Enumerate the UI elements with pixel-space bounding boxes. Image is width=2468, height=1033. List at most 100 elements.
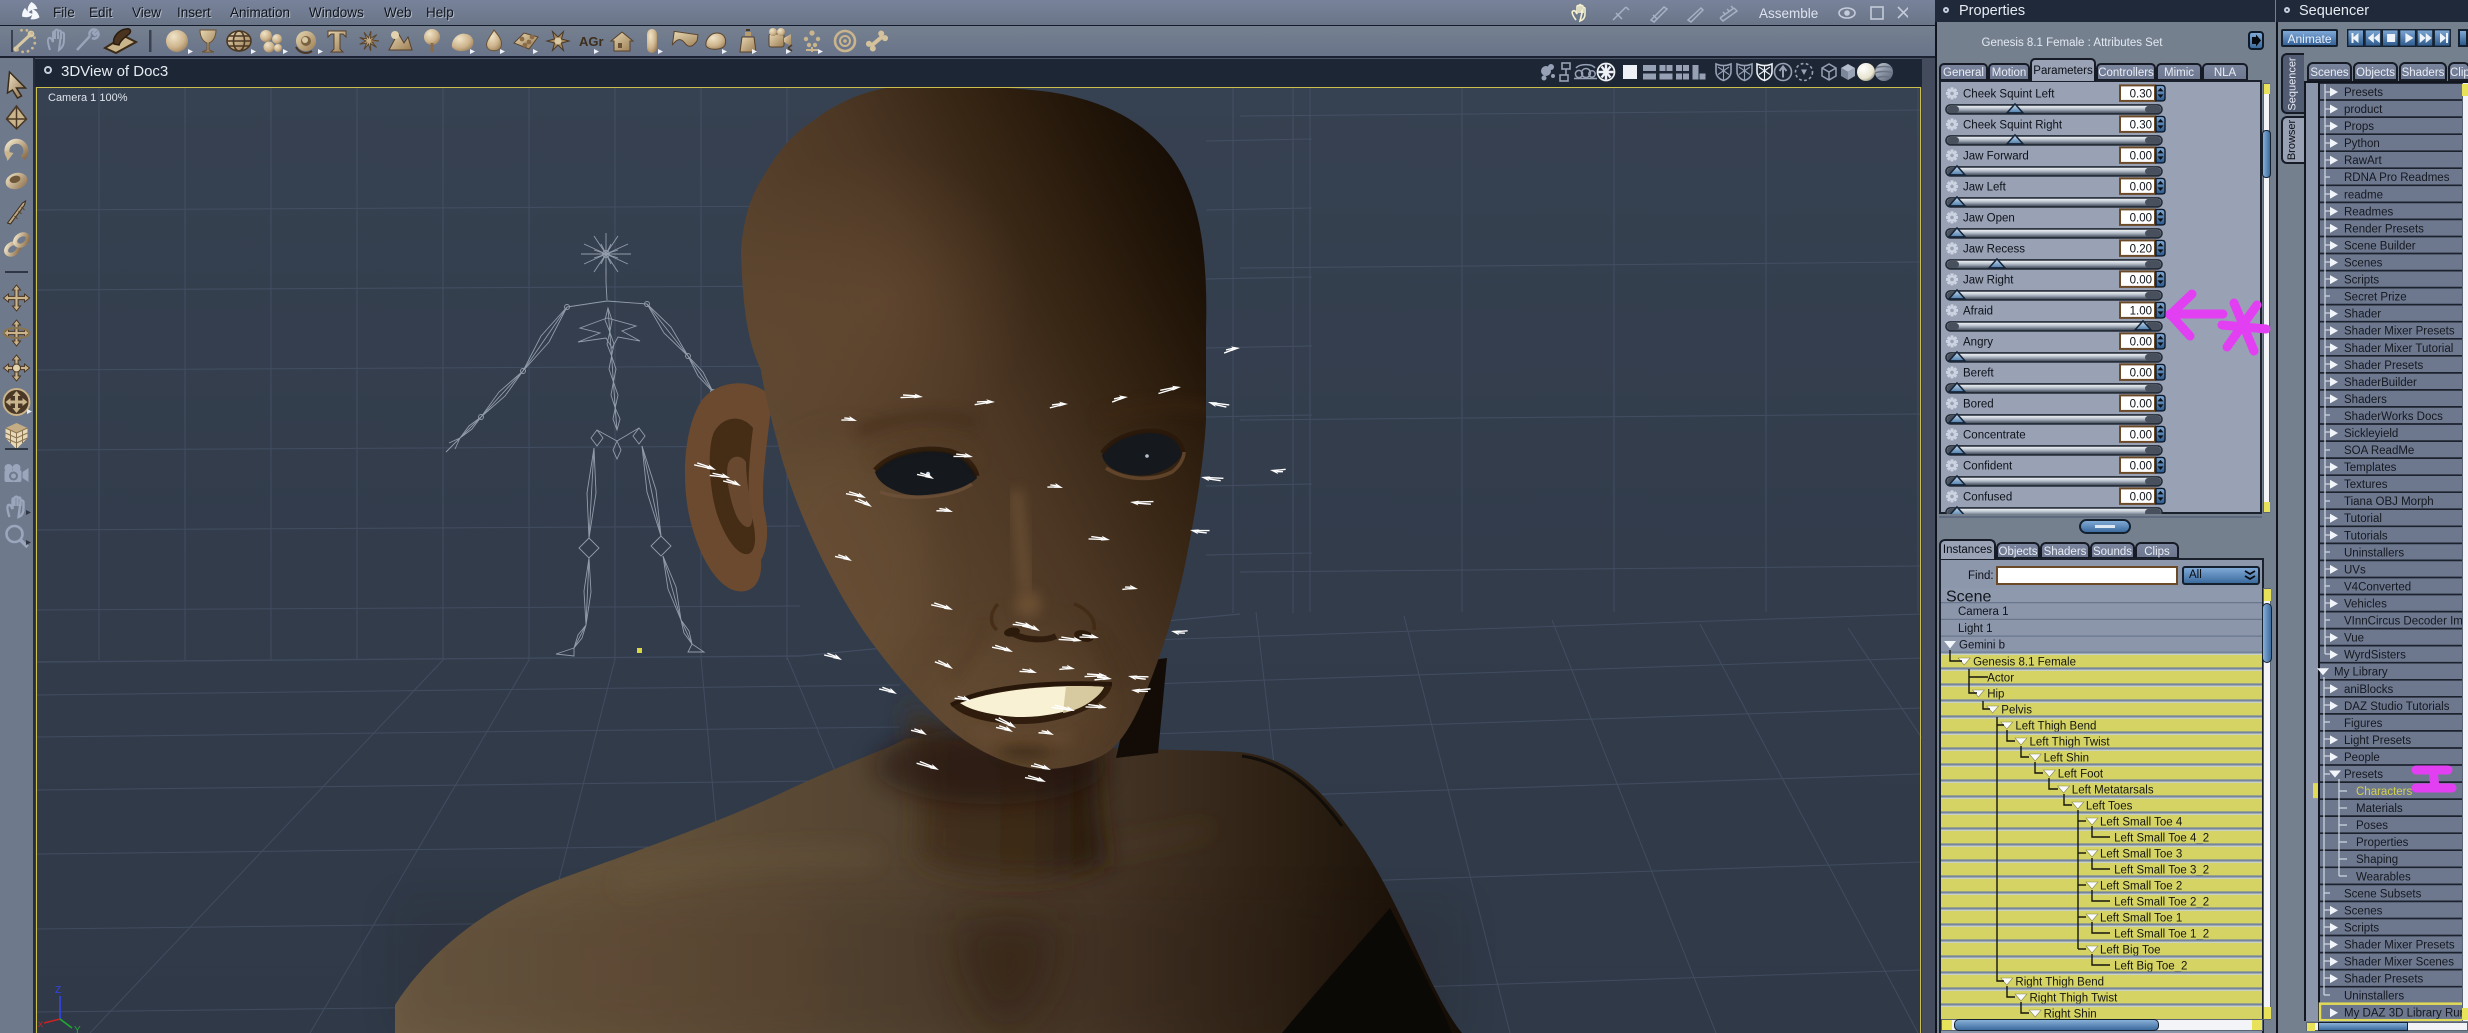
svg-text:1.00: 1.00 [2130, 305, 2152, 317]
svg-text:Pelvis: Pelvis [2001, 705, 2032, 717]
svg-text:aniBlocks: aniBlocks [2344, 684, 2393, 696]
svg-text:Shaders: Shaders [2344, 394, 2387, 406]
svg-text:My Library: My Library [2334, 667, 2388, 679]
svg-text:Uninstallers: Uninstallers [2344, 547, 2404, 559]
svg-text:0.20: 0.20 [2130, 243, 2152, 255]
svg-text:Z: Z [55, 985, 61, 996]
svg-text:Materials: Materials [2356, 803, 2403, 815]
svg-text:Right Thigh Bend: Right Thigh Bend [2015, 977, 2104, 989]
svg-text:Left Big Toe: Left Big Toe [2100, 945, 2161, 957]
svg-text:Presets: Presets [2344, 769, 2383, 781]
svg-text:Presets: Presets [2344, 87, 2383, 99]
svg-text:Y: Y [74, 1025, 81, 1033]
svg-text:Shader Mixer Scenes: Shader Mixer Scenes [2344, 957, 2454, 969]
svg-text:0.00: 0.00 [2130, 274, 2152, 286]
svg-text:Genesis 8.1 Female: Genesis 8.1 Female [1973, 657, 2076, 669]
svg-text:Python: Python [2344, 138, 2380, 150]
svg-text:Cheek Squint Right: Cheek Squint Right [1963, 119, 2063, 131]
svg-text:Left Foot: Left Foot [2058, 769, 2104, 781]
svg-text:Cheek Squint Left: Cheek Squint Left [1963, 88, 2055, 100]
svg-text:Left Thigh Twist: Left Thigh Twist [2030, 737, 2111, 749]
svg-text:SOA ReadMe: SOA ReadMe [2344, 445, 2414, 457]
svg-text:Actor: Actor [1987, 673, 2014, 685]
svg-text:0.00: 0.00 [2130, 491, 2152, 503]
svg-text:VInnCircus Decoder Image: VInnCircus Decoder Image [2344, 616, 2468, 628]
svg-text:Properties: Properties [2356, 837, 2409, 849]
svg-text:Angry: Angry [1963, 336, 1993, 348]
svg-text:Left Small Toe 3: Left Small Toe 3 [2100, 849, 2182, 861]
svg-text:V4Converted: V4Converted [2344, 582, 2411, 594]
svg-text:Left Big Toe_2: Left Big Toe_2 [2114, 961, 2187, 973]
svg-text:Readmes: Readmes [2344, 206, 2393, 218]
svg-text:x: x [38, 1019, 43, 1030]
svg-text:0.00: 0.00 [2130, 460, 2152, 472]
svg-text:0.00: 0.00 [2130, 336, 2152, 348]
svg-text:Bereft: Bereft [1963, 367, 1994, 379]
svg-text:ShaderBuilder: ShaderBuilder [2344, 377, 2417, 389]
svg-text:Scripts: Scripts [2344, 275, 2379, 287]
svg-text:Left Small Toe 4: Left Small Toe 4 [2100, 817, 2183, 829]
svg-text:Left Metatarsals: Left Metatarsals [2072, 785, 2154, 797]
svg-text:0.00: 0.00 [2130, 150, 2152, 162]
svg-text:Gemini b: Gemini b [1959, 640, 2005, 652]
svg-text:Camera 1: Camera 1 [1958, 606, 2009, 618]
svg-text:Scene Subsets: Scene Subsets [2344, 888, 2422, 900]
svg-text:Bored: Bored [1963, 398, 1994, 410]
svg-text:Left Small Toe 2: Left Small Toe 2 [2100, 881, 2182, 893]
svg-text:Left Thigh Bend: Left Thigh Bend [2015, 721, 2096, 733]
svg-text:Figures: Figures [2344, 718, 2383, 730]
svg-text:Left Small Toe 1_2: Left Small Toe 1_2 [2114, 929, 2209, 941]
svg-text:Confused: Confused [1963, 491, 2012, 503]
svg-text:DAZ Studio Tutorials: DAZ Studio Tutorials [2344, 701, 2450, 713]
svg-text:Tiana OBJ Morph: Tiana OBJ Morph [2344, 496, 2434, 508]
svg-text:0.00: 0.00 [2130, 367, 2152, 379]
svg-text:Left Shin: Left Shin [2044, 753, 2089, 765]
svg-text:Scene Builder: Scene Builder [2344, 241, 2416, 253]
svg-text:readme: readme [2344, 189, 2383, 201]
svg-text:WyrdSisters: WyrdSisters [2344, 650, 2406, 662]
svg-text:Light Presets: Light Presets [2344, 735, 2411, 747]
svg-text:Light 1: Light 1 [1958, 623, 1993, 635]
svg-text:Shader Presets: Shader Presets [2344, 974, 2424, 986]
svg-text:Poses: Poses [2356, 820, 2388, 832]
svg-text:Right Thigh Twist: Right Thigh Twist [2030, 993, 2119, 1005]
svg-text:Wearables: Wearables [2356, 871, 2411, 883]
svg-text:Vue: Vue [2344, 633, 2364, 645]
svg-text:0.00: 0.00 [2130, 181, 2152, 193]
svg-text:Secret Prize: Secret Prize [2344, 292, 2407, 304]
svg-text:Jaw Right: Jaw Right [1963, 274, 2014, 286]
svg-text:Vehicles: Vehicles [2344, 599, 2387, 611]
svg-text:Sickleyield: Sickleyield [2344, 428, 2398, 440]
svg-text:Shader Mixer Tutorial: Shader Mixer Tutorial [2344, 343, 2453, 355]
svg-text:RawArt: RawArt [2344, 155, 2383, 167]
svg-text:Characters: Characters [2356, 786, 2412, 798]
svg-text:Jaw Recess: Jaw Recess [1963, 243, 2025, 255]
svg-text:Tutorial: Tutorial [2344, 513, 2382, 525]
svg-text:Left Small Toe 2_2: Left Small Toe 2_2 [2114, 897, 2209, 909]
svg-text:People: People [2344, 752, 2380, 764]
svg-text:Jaw Open: Jaw Open [1963, 212, 2015, 224]
svg-text:Left Small Toe 1: Left Small Toe 1 [2100, 913, 2182, 925]
svg-text:0.00: 0.00 [2130, 212, 2152, 224]
svg-text:Render Presets: Render Presets [2344, 223, 2424, 235]
svg-text:Textures: Textures [2344, 479, 2388, 491]
svg-text:Scripts: Scripts [2344, 923, 2379, 935]
svg-text:Jaw Left: Jaw Left [1963, 181, 2007, 193]
svg-text:Props: Props [2344, 121, 2374, 133]
svg-text:Shader: Shader [2344, 309, 2381, 321]
svg-text:Concentrate: Concentrate [1963, 429, 2026, 441]
svg-text:UVs: UVs [2344, 564, 2366, 576]
svg-text:Left Small Toe 3_2: Left Small Toe 3_2 [2114, 865, 2209, 877]
svg-text:0.30: 0.30 [2130, 88, 2152, 100]
svg-text:Hip: Hip [1987, 689, 2004, 701]
svg-text:0.00: 0.00 [2130, 398, 2152, 410]
svg-text:Confident: Confident [1963, 460, 2013, 472]
svg-text:Left Toes: Left Toes [2086, 801, 2133, 813]
svg-text:Uninstallers: Uninstallers [2344, 991, 2404, 1003]
svg-text:Jaw Forward: Jaw Forward [1963, 150, 2029, 162]
svg-text:Scenes: Scenes [2344, 258, 2383, 270]
svg-text:Afraid: Afraid [1963, 305, 1993, 317]
svg-text:0.00: 0.00 [2130, 429, 2152, 441]
svg-text:Shader Presets: Shader Presets [2344, 360, 2424, 372]
svg-text:Scenes: Scenes [2344, 905, 2383, 917]
